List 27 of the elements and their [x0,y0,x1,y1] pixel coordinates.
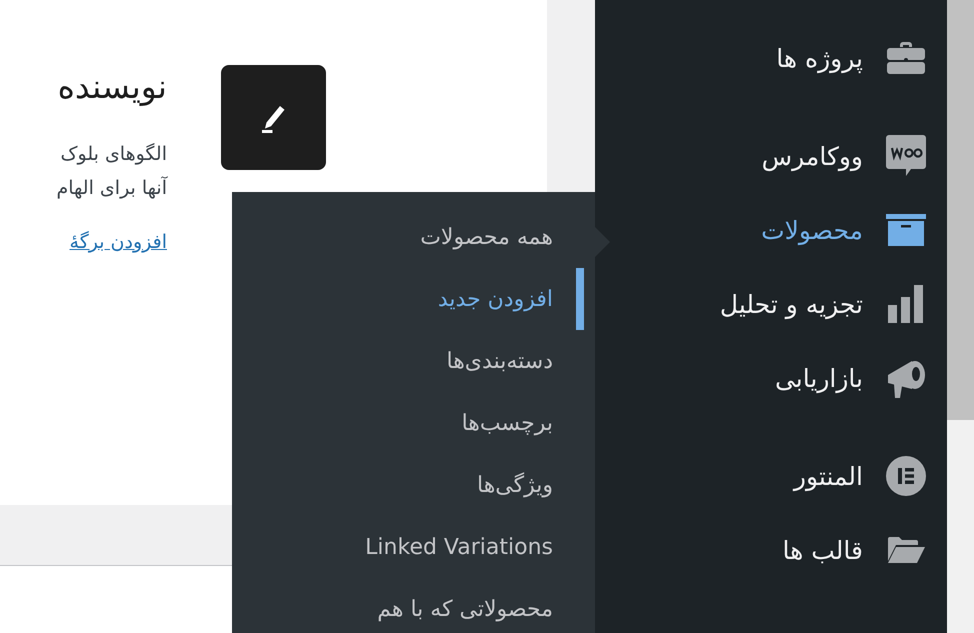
description-text: آنها برای الهام [56,175,167,201]
submenu-item[interactable]: Linked Variations [232,516,595,578]
submenu-item[interactable]: افزودن جدید [232,268,595,330]
submenu-item[interactable]: محصولاتی که با هم [232,578,595,633]
elementor-icon [886,456,926,496]
submenu-item[interactable]: برچسب‌ها [232,392,595,454]
sidebar-item[interactable]: محصولات [595,193,947,267]
add-page-link[interactable]: افزودن برگهٔ [70,231,167,253]
briefcase-icon [886,41,926,75]
current-indicator [576,268,584,330]
archive-box-icon [886,214,926,246]
folder-icon [886,535,926,565]
sidebar-item[interactable]: قالب ها [595,513,947,587]
page-heading: نویسنده [58,66,167,108]
woo-bubble-icon [885,134,927,178]
sidebar-item[interactable]: بازاریابی [595,341,947,415]
sidebar-item[interactable]: پروژه ها [595,21,947,95]
description-text: الگوهای بلوک [60,142,167,167]
submenu-item[interactable]: همه محصولات [232,206,595,268]
bar-chart-icon [886,285,926,323]
sidebar-item[interactable]: المنتور [595,439,947,513]
submenu-item[interactable]: ویژگی‌ها [232,454,595,516]
sidebar-item[interactable]: تجزیه و تحلیل [595,267,947,341]
submenu-item[interactable]: دسته‌بندی‌ها [232,330,595,392]
scrollbar-thumb[interactable] [947,0,974,420]
sidebar-item[interactable]: ووکامرس [595,119,947,193]
pencil-tile[interactable] [221,65,326,170]
